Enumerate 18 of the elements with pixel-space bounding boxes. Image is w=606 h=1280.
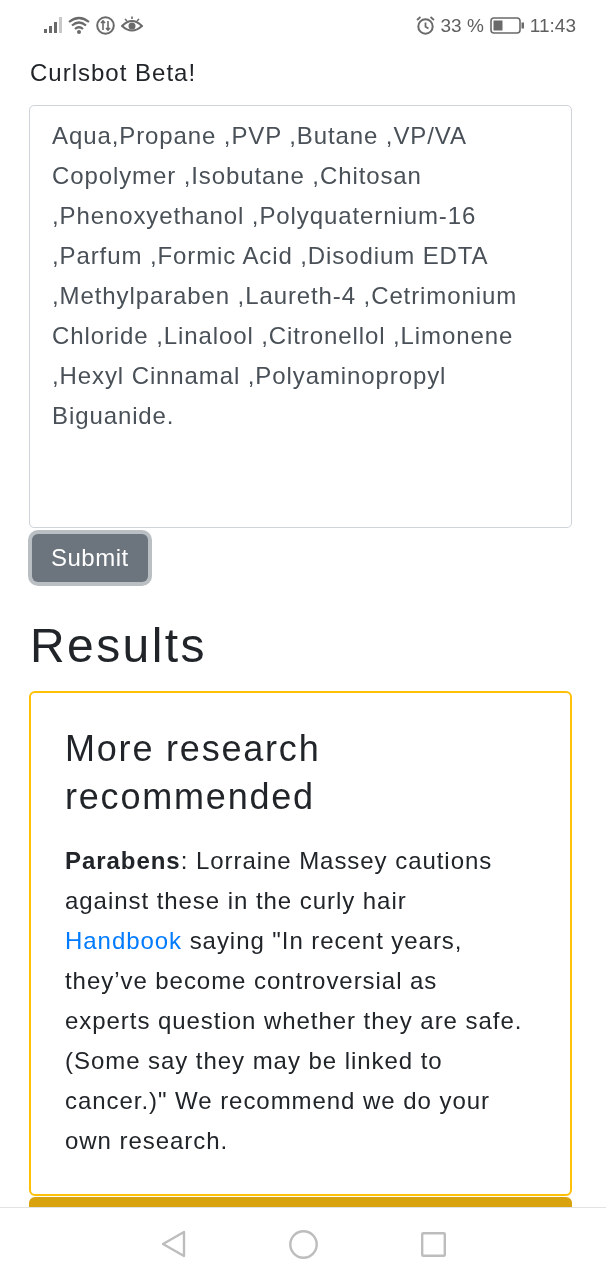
clock-time: 11:43: [529, 15, 576, 35]
battery-percentage: 33 %: [440, 15, 484, 35]
alarm-clock-icon: [415, 15, 435, 35]
eye-icon: [121, 16, 143, 34]
battery-icon: [489, 16, 524, 34]
recents-icon[interactable]: [420, 1231, 446, 1257]
submit-button[interactable]: Submit: [32, 534, 148, 582]
wifi-icon: [68, 16, 90, 34]
app-title: Curlsbot Beta!: [30, 58, 197, 87]
home-icon[interactable]: [288, 1229, 318, 1259]
card-title: More research recommended: [65, 727, 322, 819]
signal-icon: [44, 17, 62, 33]
result-text: Parabens: Lorraine Massey cautions against these in the curly hair Handbook saying "In recent years, they’ve become controversial as experts question whether they are safe. (Some say they may be linked to cancer.)" We recommend we do your own research.: [65, 846, 524, 1156]
ingredients-field[interactable]: Aqua,Propane ,PVP ,Butane ,VP/VA Copolymer ,Isobutane ,Chitosan ,Phenoxyethanol ,Polyquaternium-16 ,Parfum ,Formic Acid ,Disodium EDTA ,Methylparaben ,Laureth-4 ,Cetrimonium Chloride ,Linalool ,Citronellol ,Limonene ,Hexyl Cinnamal ,Polyaminopropyl Biguanide.: [29, 105, 572, 528]
results-heading: Results: [30, 618, 207, 674]
back-icon[interactable]: [160, 1230, 186, 1258]
circle-arrows-icon: [96, 15, 115, 35]
reference-link[interactable]: Handbook: [65, 927, 183, 954]
